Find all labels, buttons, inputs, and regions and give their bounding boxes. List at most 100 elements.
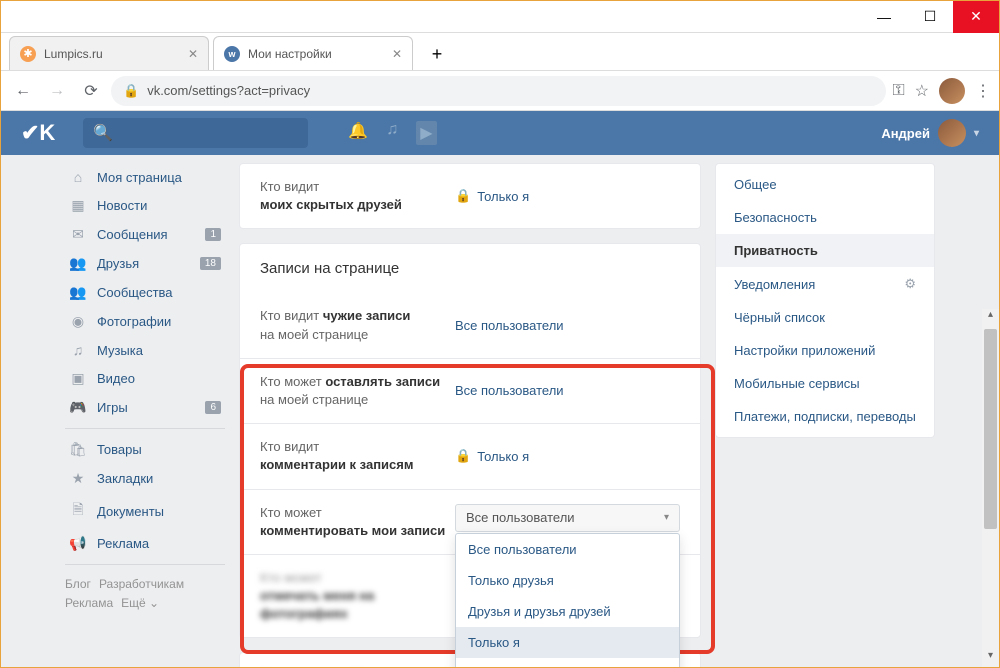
dropdown-option-fof[interactable]: Друзья и друзья друзей	[456, 596, 679, 627]
sidebar-item-label: Сообщения	[97, 227, 168, 242]
player-icon[interactable]: ▶	[416, 121, 436, 145]
setting-row: Кто видит чужие записи на моей странице В…	[240, 293, 700, 358]
subnav-notifications[interactable]: Уведомления ⚙	[716, 267, 934, 301]
setting-label-bold: чужие записи	[323, 308, 411, 323]
sidebar-item-music[interactable]: ♫Музыка	[65, 336, 225, 364]
sidebar-item-games[interactable]: 🎮Игры6	[65, 393, 225, 422]
setting-label-bold: моих скрытых друзей	[260, 197, 402, 212]
footer-link-ads[interactable]: Реклама	[65, 596, 113, 610]
profile-avatar-button[interactable]	[939, 78, 965, 104]
sidebar-item-label: Закладки	[97, 471, 153, 486]
wall-posts-section: Записи на странице Кто видит чужие запис…	[239, 243, 701, 638]
browser-tabs-bar: ✱ Lumpics.ru ✕ w Мои настройки ✕ +	[1, 33, 999, 71]
vk-logo[interactable]: ✔K	[21, 120, 55, 146]
setting-label-line: Кто видит	[260, 439, 319, 454]
scrollbar-thumb[interactable]	[984, 329, 997, 529]
setting-value-link[interactable]: 🔒Только я	[455, 438, 529, 474]
chevron-down-icon: ▾	[664, 512, 669, 523]
sidebar-item-label: Моя страница	[97, 170, 182, 185]
sidebar-item-label: Видео	[97, 371, 135, 386]
subnav-label: Уведомления	[734, 277, 815, 292]
url-text: vk.com/settings?act=privacy	[147, 83, 310, 98]
sidebar-item-photos[interactable]: ◉ Фотографии	[65, 307, 225, 336]
vk-user-menu[interactable]: Андрей ▾	[881, 119, 979, 147]
gear-icon[interactable]: ⚙	[904, 276, 916, 292]
sidebar-item-bookmarks[interactable]: ★Закладки	[65, 464, 225, 493]
setting-value-link[interactable]: Все пользователи	[455, 373, 564, 409]
subnav-blacklist[interactable]: Чёрный список	[716, 301, 934, 334]
close-icon[interactable]: ✕	[188, 47, 198, 61]
bookmark-icon[interactable]: ☆	[915, 81, 929, 101]
sidebar-item-label: Фотографии	[97, 314, 171, 329]
setting-label-line: Кто видит	[260, 308, 323, 323]
setting-value-link[interactable]: Все пользователи	[455, 307, 564, 343]
browser-tab-vk-settings[interactable]: w Мои настройки ✕	[213, 36, 413, 70]
setting-label-line: Кто может	[260, 374, 325, 389]
vk-header-bar: ✔K 🔍 🔔 ♫ ▶ Андрей ▾	[1, 111, 999, 155]
sidebar-item-messages[interactable]: ✉ Сообщения 1	[65, 220, 225, 249]
password-key-icon[interactable]: ⚿	[892, 82, 904, 100]
window-close-button[interactable]: ✕	[953, 1, 999, 33]
sidebar-item-my-page[interactable]: ⌂Моя страница	[65, 163, 225, 191]
sidebar-item-market[interactable]: 🛍Товары	[65, 435, 225, 464]
forward-button[interactable]: →	[43, 77, 71, 105]
subnav-privacy[interactable]: Приватность	[716, 234, 934, 267]
setting-label-line: на моей странице	[260, 327, 368, 342]
subnav-payments[interactable]: Платежи, подписки, переводы	[716, 400, 934, 433]
divider	[65, 564, 225, 565]
sidebar-item-friends[interactable]: 👥 Друзья 18	[65, 249, 225, 278]
music-icon[interactable]: ♫	[386, 121, 398, 145]
vertical-scrollbar[interactable]: ▴ ▾	[982, 309, 999, 667]
subnav-security[interactable]: Безопасность	[716, 201, 934, 234]
privacy-dropdown-button[interactable]: Все пользователи ▾	[455, 504, 680, 532]
communities-icon: 👥	[69, 284, 87, 301]
dropdown-option-only-me[interactable]: Только я	[456, 627, 679, 658]
chevron-down-icon: ▾	[974, 128, 979, 139]
close-icon[interactable]: ✕	[392, 47, 402, 61]
menu-button[interactable]: ⋮	[975, 81, 991, 101]
browser-tab-lumpics[interactable]: ✱ Lumpics.ru ✕	[9, 36, 209, 70]
lock-icon: 🔒	[455, 188, 471, 204]
footer-link-blog[interactable]: Блог	[65, 577, 91, 591]
back-button[interactable]: ←	[9, 77, 37, 105]
vk-search-input[interactable]: 🔍	[83, 118, 308, 148]
setting-row-comment-my-posts: Кто можеткомментировать мои записи Все п…	[240, 490, 700, 555]
footer-link-devs[interactable]: Разработчикам	[99, 577, 184, 591]
new-tab-button[interactable]: +	[423, 40, 451, 68]
window-maximize-button[interactable]: ☐	[907, 1, 953, 33]
badge: 1	[205, 228, 221, 241]
photos-icon: ◉	[69, 313, 87, 330]
search-icon: 🔍	[93, 123, 113, 143]
setting-label-line: Кто видит	[260, 179, 319, 194]
reload-button[interactable]: ⟳	[77, 77, 105, 105]
messages-icon: ✉	[69, 226, 87, 243]
subnav-app-settings[interactable]: Настройки приложений	[716, 334, 934, 367]
video-icon: ▣	[69, 370, 87, 387]
lock-icon: 🔒	[455, 448, 471, 464]
scroll-down-button[interactable]: ▾	[982, 650, 999, 667]
window-minimize-button[interactable]: —	[861, 1, 907, 33]
badge: 18	[200, 257, 221, 270]
dropdown-option-all-except[interactable]: Все, кроме..	[456, 658, 679, 668]
url-input[interactable]: 🔒 vk.com/settings?act=privacy	[111, 76, 886, 106]
dropdown-option-friends[interactable]: Только друзья	[456, 565, 679, 596]
section-title: Записи на странице	[240, 244, 700, 293]
sidebar-item-news[interactable]: ▦Новости	[65, 191, 225, 220]
scroll-up-button[interactable]: ▴	[982, 309, 999, 326]
footer-link-more[interactable]: Ещё ⌄	[121, 596, 159, 610]
subnav-general[interactable]: Общее	[716, 168, 934, 201]
sidebar-item-video[interactable]: ▣ Видео	[65, 364, 225, 393]
market-icon: 🛍	[69, 441, 87, 458]
sidebar-item-label: Друзья	[97, 256, 139, 271]
sidebar-item-communities[interactable]: 👥Сообщества	[65, 278, 225, 307]
setting-value-text: Все пользователи	[455, 383, 564, 398]
sidebar-item-documents[interactable]: 🗎Документы	[65, 493, 225, 529]
subnav-mobile[interactable]: Мобильные сервисы	[716, 367, 934, 400]
sidebar-item-ads[interactable]: 📢Реклама	[65, 529, 225, 558]
setting-label-line: на моей странице	[260, 392, 368, 407]
favicon-vk-icon: w	[224, 46, 240, 62]
friends-icon: 👥	[69, 255, 87, 272]
dropdown-option-all[interactable]: Все пользователи	[456, 534, 679, 565]
setting-value-link[interactable]: 🔒Только я	[455, 178, 529, 214]
notifications-icon[interactable]: 🔔	[348, 121, 368, 145]
